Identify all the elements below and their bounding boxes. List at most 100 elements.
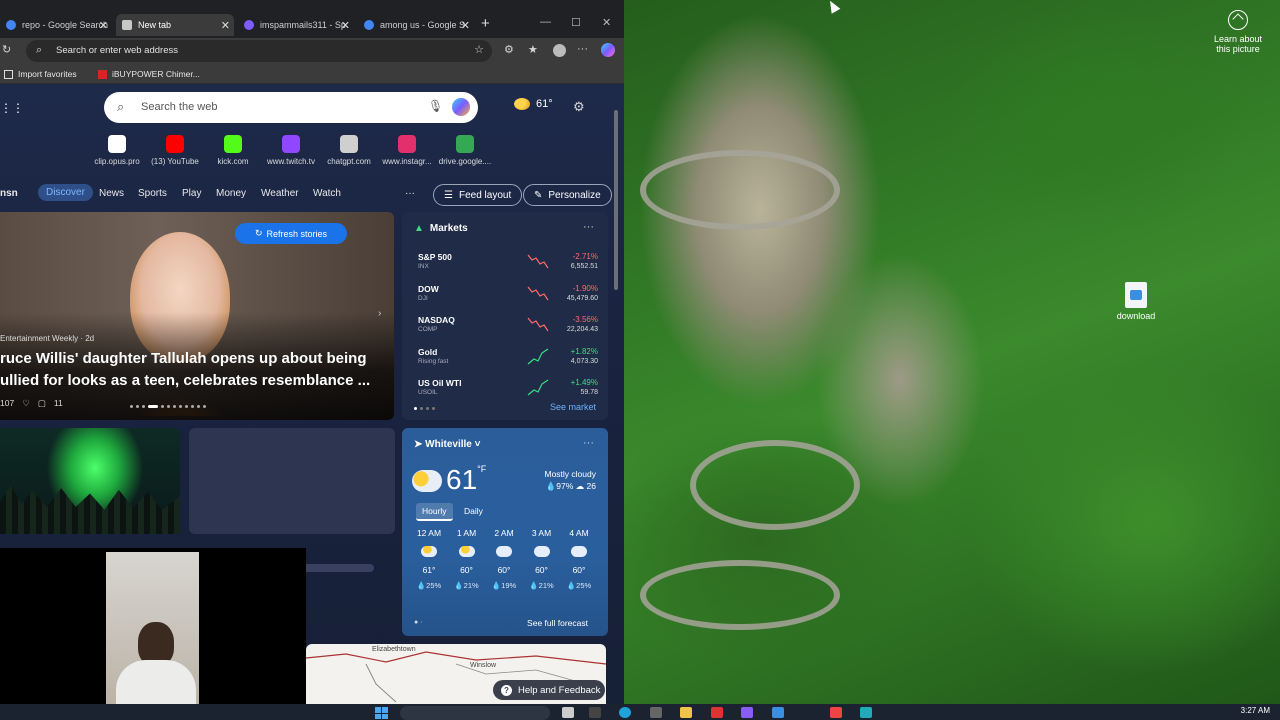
taskbar-app-icon[interactable]	[741, 707, 753, 718]
extensions-icon[interactable]: ⚙	[504, 45, 514, 56]
minimize-button[interactable]: —	[540, 16, 551, 28]
hour-column[interactable]: 4 AM 60° 💧25%	[561, 528, 597, 590]
hour-time: 1 AM	[456, 528, 477, 538]
story-title[interactable]: ruce Willis' daughter Tallulah opens up …	[0, 348, 394, 392]
address-bar[interactable]: ⌕ Search or enter web address ☆	[26, 40, 492, 62]
tab-hourly[interactable]: Hourly	[416, 503, 453, 521]
hour-column[interactable]: 3 AM 60° 💧21%	[524, 528, 560, 590]
more-options-icon[interactable]: ···	[583, 438, 594, 449]
tab-imspammails[interactable]: imspammails311 - Sp ✕	[238, 14, 354, 36]
apps-launcher-icon[interactable]: ⋮⋮	[0, 101, 24, 115]
microphone-icon[interactable]: 🎙	[428, 100, 443, 112]
close-icon[interactable]: ✕	[221, 19, 230, 32]
market-value: 59.78	[580, 389, 598, 396]
quick-link[interactable]: (13) YouTube	[145, 135, 205, 166]
taskbar-search[interactable]	[400, 706, 550, 720]
tab-new-tab[interactable]: New tab ✕	[116, 14, 234, 36]
msn-logo[interactable]: nsn	[0, 188, 18, 199]
hour-temp: 60°	[535, 565, 548, 575]
favorite-star-icon[interactable]: ☆	[474, 45, 484, 56]
maximize-button[interactable]: ☐	[571, 16, 581, 29]
site-favicon-icon	[166, 135, 184, 153]
sparkline	[527, 379, 549, 396]
hero-story[interactable]: ↻ Refresh stories › Entertainment Weekly…	[0, 212, 394, 420]
chevron-right-icon[interactable]: ›	[378, 308, 381, 319]
quick-link[interactable]: chatgpt.com	[319, 135, 379, 166]
weather-mini-widget[interactable]: 61°	[514, 98, 553, 110]
quick-link[interactable]: clip.opus.pro	[87, 135, 147, 166]
copilot-icon[interactable]	[601, 43, 615, 57]
quick-link[interactable]: www.instagr...	[377, 135, 437, 166]
tab-label: imspammails311 - Sp	[260, 20, 346, 30]
folder-icon[interactable]	[680, 707, 692, 718]
see-full-forecast-link[interactable]: See full forecast	[527, 618, 588, 628]
close-icon[interactable]: ✕	[341, 19, 350, 32]
nav-weather[interactable]: Weather	[261, 188, 299, 199]
market-row[interactable]: Gold Rising fast +1.82% 4,073.30	[418, 347, 598, 373]
edge-icon[interactable]	[619, 707, 631, 718]
nav-discover[interactable]: Discover	[38, 184, 93, 201]
market-row[interactable]: S&P 500 INX -2.71% 6,552.51	[418, 252, 598, 278]
hour-column[interactable]: 1 AM 60° 💧21%	[449, 528, 485, 590]
favorites-icon[interactable]: ★	[528, 45, 538, 56]
market-value: 6,552.51	[570, 263, 598, 270]
taskbar-app-icon[interactable]	[711, 707, 723, 718]
quick-link[interactable]: kick.com	[203, 135, 263, 166]
hour-column[interactable]: 12 AM 61° 💧25%	[411, 528, 447, 590]
taskbar-app-icon[interactable]	[562, 707, 574, 718]
wallpaper-road	[640, 150, 840, 230]
desktop-icon-download[interactable]: download	[1112, 282, 1160, 321]
learn-about-picture-button[interactable]: Learn about this picture	[1208, 10, 1268, 54]
see-market-link[interactable]: See market	[550, 402, 596, 412]
help-feedback-button[interactable]: ? Help and Feedback	[493, 680, 605, 700]
nav-money[interactable]: Money	[216, 188, 246, 199]
market-row[interactable]: DOW DJI -1.90% 45,479.60	[418, 284, 598, 310]
weather-card[interactable]: ➤ Whiteville ˅ ··· 61°F Mostly cloudy 💧9…	[402, 428, 608, 636]
close-icon[interactable]: ✕	[461, 19, 470, 32]
close-icon[interactable]: ✕	[99, 19, 108, 32]
chrome-icon[interactable]	[830, 707, 842, 718]
refresh-stories-button[interactable]: ↻ Refresh stories	[235, 223, 347, 244]
market-row[interactable]: NASDAQ COMP -3.56% 22,204.43	[418, 315, 598, 341]
profile-avatar[interactable]	[553, 44, 566, 57]
taskbar-app-icon[interactable]	[650, 707, 662, 718]
close-window-button[interactable]: ✕	[602, 16, 611, 29]
hour-precip: 💧25%	[416, 581, 442, 590]
quick-link[interactable]: www.twitch.tv	[261, 135, 321, 166]
more-menu-icon[interactable]: ···	[577, 44, 588, 55]
nav-play[interactable]: Play	[182, 188, 201, 199]
feed-layout-button[interactable]: ☰ Feed layout	[433, 184, 523, 206]
tab-repo-search[interactable]: repo - Google Search ✕	[0, 14, 112, 36]
taskbar-app-icon[interactable]	[589, 707, 601, 718]
tab-daily[interactable]: Daily	[458, 503, 489, 519]
page-scrollbar[interactable]	[614, 110, 618, 290]
taskbar-app-icon[interactable]	[860, 707, 872, 718]
nav-news[interactable]: News	[99, 188, 124, 199]
nav-sports[interactable]: Sports	[138, 188, 167, 199]
cloud-icon	[571, 546, 587, 557]
copilot-icon[interactable]	[452, 98, 470, 116]
comment-icon[interactable]: ▢	[38, 398, 46, 409]
markets-card[interactable]: ▲ Markets ··· S&P 500 INX -2.71% 6,552.51 DO…	[402, 212, 608, 420]
favorite-ibuypower[interactable]: iBUYPOWER Chimer...	[98, 69, 200, 79]
hour-column[interactable]: 2 AM 60° 💧19%	[486, 528, 522, 590]
start-button[interactable]	[375, 707, 389, 719]
new-tab-button[interactable]: +	[481, 15, 490, 32]
nav-watch[interactable]: Watch	[313, 188, 341, 199]
quick-link[interactable]: drive.google....	[435, 135, 495, 166]
taskbar-app-icon[interactable]	[772, 707, 784, 718]
hour-time: 2 AM	[494, 528, 514, 538]
settings-gear-icon[interactable]: ⚙	[573, 100, 585, 113]
more-options-icon[interactable]: ···	[583, 222, 594, 233]
comments-count: 11	[53, 398, 63, 408]
refresh-icon[interactable]: ↻	[2, 45, 11, 56]
market-row[interactable]: US Oil WTI USOIL +1.49% 59.78	[418, 378, 598, 404]
personalize-button[interactable]: ✎ Personalize	[523, 184, 612, 206]
weather-location[interactable]: ➤ Whiteville ˅	[414, 439, 480, 450]
taskbar-clock[interactable]: 3:27 AM	[1241, 706, 1270, 715]
tab-among-us[interactable]: among us - Google S ✕	[358, 14, 474, 36]
favorite-import[interactable]: Import favorites	[4, 69, 77, 79]
nav-more-button[interactable]: ···	[405, 188, 415, 199]
web-search-box[interactable]: ⌕ Search the web 🎙	[104, 92, 478, 123]
thumbs-down-icon[interactable]: ♡	[22, 398, 30, 409]
